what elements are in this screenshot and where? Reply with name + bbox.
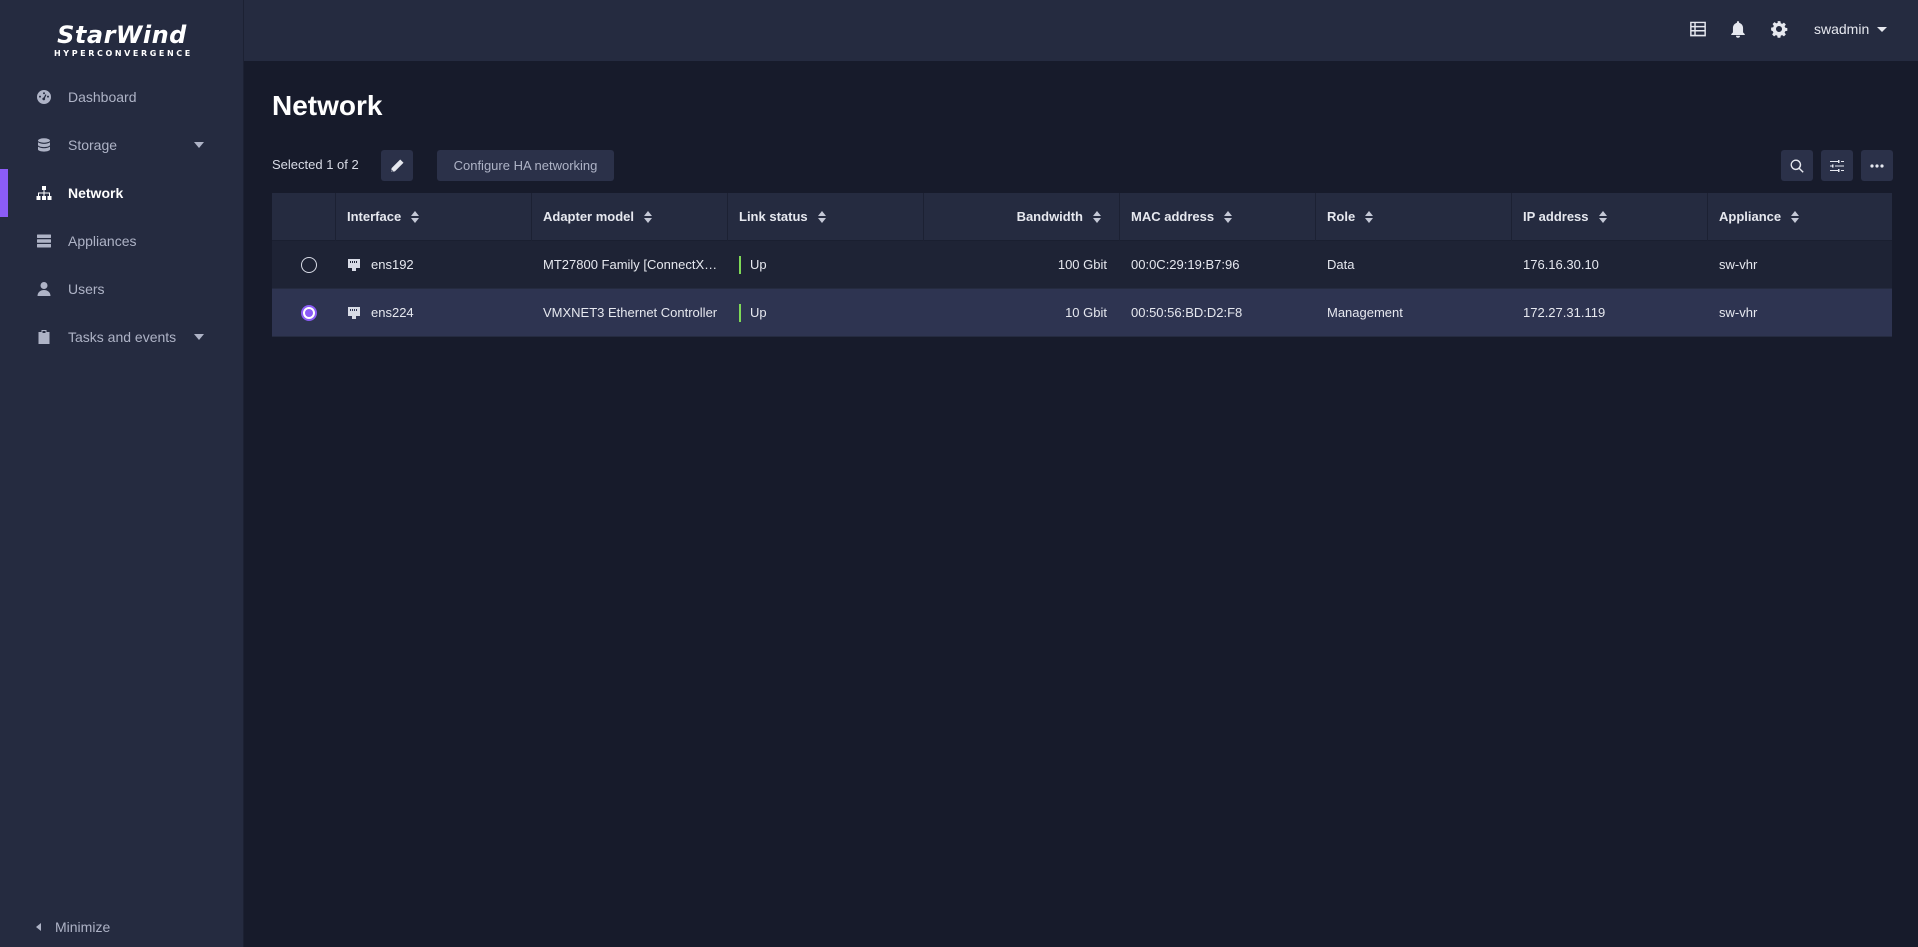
interface-cell: ens192 xyxy=(336,241,532,289)
top-bar: swadmin xyxy=(244,0,1918,61)
sort-icon[interactable] xyxy=(1598,210,1607,223)
ip-address-cell: 176.16.30.10 xyxy=(1523,257,1599,272)
sidebar-item-label: Network xyxy=(68,185,124,201)
sidebar-item-label: Dashboard xyxy=(68,89,137,105)
edit-button[interactable] xyxy=(381,150,413,181)
pencil-icon xyxy=(391,159,404,172)
sort-icon[interactable] xyxy=(1224,210,1233,223)
chevron-left-icon xyxy=(36,923,41,931)
more-options-button[interactable] xyxy=(1861,150,1893,181)
table-row[interactable]: ens224 VMXNET3 Ethernet Controller Up 10… xyxy=(272,289,1892,337)
adapter-model-cell: VMXNET3 Ethernet Controller xyxy=(543,305,718,320)
chevron-down-icon xyxy=(1877,26,1888,32)
selection-count: Selected 1 of 2 xyxy=(272,157,359,172)
sort-icon[interactable] xyxy=(644,210,653,223)
status-indicator xyxy=(739,255,741,274)
row-select-cell xyxy=(272,289,336,337)
sidebar-item-appliances[interactable]: Appliances xyxy=(0,217,244,265)
network-table: Interface Adapter model Link status Band… xyxy=(272,192,1892,337)
user-icon xyxy=(36,281,52,297)
appliance-cell: sw-vhr xyxy=(1719,305,1758,320)
configure-ha-networking-button[interactable]: Configure HA networking xyxy=(437,150,614,181)
column-header-role[interactable]: Role xyxy=(1316,192,1512,241)
sort-icon[interactable] xyxy=(1791,210,1800,223)
ellipsis-icon xyxy=(1870,163,1884,168)
sidebar-item-label: Appliances xyxy=(68,233,137,249)
network-port-icon xyxy=(347,258,361,272)
sidebar-item-dashboard[interactable]: Dashboard xyxy=(0,73,244,121)
row-radio[interactable] xyxy=(301,304,317,321)
configure-ha-networking-label: Configure HA networking xyxy=(453,158,598,173)
row-select-cell xyxy=(272,241,336,289)
dashboard-icon xyxy=(36,89,52,105)
sort-icon[interactable] xyxy=(1365,210,1374,223)
logo-name: StarWind xyxy=(57,21,187,49)
sidebar-nav: Dashboard Storage Network Appliances Use… xyxy=(0,73,244,361)
sidebar-item-storage[interactable]: Storage xyxy=(0,121,244,169)
column-header-interface[interactable]: Interface xyxy=(336,192,532,241)
page-title: Network xyxy=(272,90,383,121)
chevron-down-icon[interactable] xyxy=(194,142,204,148)
column-header-bandwidth[interactable]: Bandwidth xyxy=(924,192,1120,241)
bandwidth-cell: 10 Gbit xyxy=(1065,305,1107,320)
filter-settings-button[interactable] xyxy=(1821,150,1853,181)
column-header-mac-address[interactable]: MAC address xyxy=(1120,192,1316,241)
column-header-link-status[interactable]: Link status xyxy=(728,192,924,241)
select-column-header xyxy=(272,192,336,241)
sort-icon[interactable] xyxy=(411,210,420,223)
gear-icon[interactable] xyxy=(1768,18,1790,40)
link-status-cell: Up xyxy=(728,241,924,289)
sort-icon[interactable] xyxy=(817,210,826,223)
status-indicator xyxy=(739,303,741,322)
sidebar-item-tasks-and-events[interactable]: Tasks and events xyxy=(0,313,244,361)
sidebar: StarWind HYPERCONVERGENCE Dashboard Stor… xyxy=(0,0,244,947)
clipboard-icon xyxy=(36,329,52,345)
link-status-cell: Up xyxy=(728,289,924,337)
mac-address-cell: 00:50:56:BD:D2:F8 xyxy=(1131,305,1243,320)
mac-address-cell: 00:0C:29:19:B7:96 xyxy=(1131,257,1240,272)
table-row[interactable]: ens192 MT27800 Family [ConnectX… Up 100 … xyxy=(272,241,1892,289)
adapter-model-cell: MT27800 Family [ConnectX… xyxy=(543,257,718,272)
column-header-adapter-model[interactable]: Adapter model xyxy=(532,192,728,241)
logo-tagline: HYPERCONVERGENCE xyxy=(54,49,193,58)
appliance-cell: sw-vhr xyxy=(1719,257,1758,272)
minimize-button[interactable]: Minimize xyxy=(0,912,244,942)
search-button[interactable] xyxy=(1781,150,1813,181)
ip-address-cell: 172.27.31.119 xyxy=(1523,305,1606,320)
sort-icon[interactable] xyxy=(1093,210,1101,223)
table-icon[interactable] xyxy=(1687,18,1709,40)
role-cell: Data xyxy=(1327,257,1355,272)
minimize-label: Minimize xyxy=(55,919,111,935)
storage-icon xyxy=(36,137,52,153)
sidebar-item-label: Users xyxy=(68,281,105,297)
table-header: Interface Adapter model Link status Band… xyxy=(272,192,1892,241)
network-icon xyxy=(36,185,52,201)
user-menu[interactable]: swadmin xyxy=(1814,19,1888,39)
sidebar-item-label: Storage xyxy=(68,137,118,153)
sidebar-item-label: Tasks and events xyxy=(68,329,177,345)
network-port-icon xyxy=(347,306,361,320)
column-header-ip-address[interactable]: IP address xyxy=(1512,192,1708,241)
starwind-logo[interactable]: StarWind HYPERCONVERGENCE xyxy=(54,22,190,62)
column-header-appliance[interactable]: Appliance xyxy=(1708,193,1892,241)
bell-icon[interactable] xyxy=(1727,18,1749,40)
appliances-icon xyxy=(36,233,52,249)
sidebar-item-network[interactable]: Network xyxy=(0,169,244,217)
bandwidth-cell: 100 Gbit xyxy=(1057,257,1107,272)
search-icon xyxy=(1790,158,1804,173)
interface-cell: ens224 xyxy=(336,289,532,337)
row-radio[interactable] xyxy=(301,256,317,273)
username-label: swadmin xyxy=(1814,21,1870,37)
role-cell: Management xyxy=(1327,305,1403,320)
sidebar-item-users[interactable]: Users xyxy=(0,265,244,313)
chevron-down-icon[interactable] xyxy=(194,334,204,340)
sliders-icon xyxy=(1830,159,1844,172)
